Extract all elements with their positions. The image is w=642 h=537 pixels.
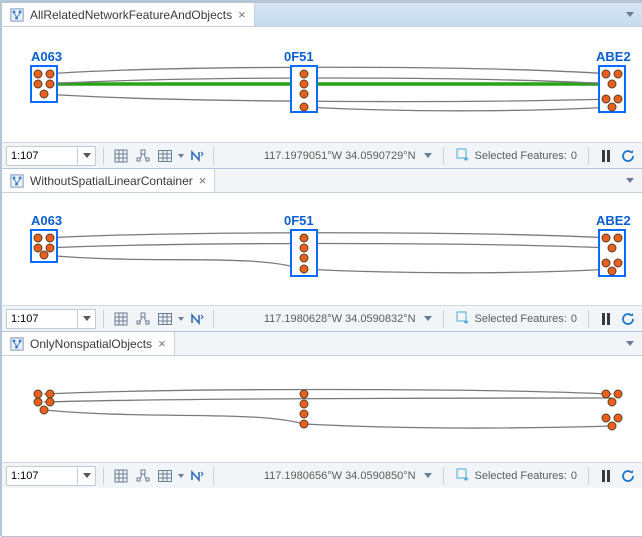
pause-drawing-button[interactable]: [596, 466, 616, 486]
scale-selector[interactable]: [6, 309, 96, 329]
chevron-down-icon[interactable]: [178, 154, 184, 158]
separator: [213, 467, 214, 485]
pause-drawing-button[interactable]: [596, 309, 616, 329]
status-bar: 117.1980656°W 34.0590850°N Selected Feat…: [2, 462, 642, 488]
tab[interactable]: OnlyNonspatialObjects ×: [2, 332, 175, 355]
selected-features-label: Selected Features:: [475, 470, 567, 482]
tab-menu-button[interactable]: [618, 332, 642, 355]
diagram-icon: [10, 337, 24, 351]
separator: [443, 310, 444, 328]
coordinates-readout: 117.1980656°W 34.0590850°N: [258, 470, 422, 482]
close-icon[interactable]: ×: [199, 174, 207, 187]
tab-menu-button[interactable]: [618, 3, 642, 26]
coordinates-readout: 117.1980628°W 34.0590832°N: [258, 313, 422, 325]
separator: [443, 467, 444, 485]
node-label: ABE2: [596, 49, 631, 64]
pause-drawing-button[interactable]: [596, 146, 616, 166]
selection-icon[interactable]: [455, 309, 471, 328]
grid-icon[interactable]: [111, 466, 131, 486]
separator: [588, 147, 589, 165]
selected-features-group: Selected Features: 0: [451, 146, 581, 165]
scale-selector[interactable]: [6, 466, 96, 486]
tab-menu-button[interactable]: [618, 169, 642, 192]
refresh-button[interactable]: [618, 146, 638, 166]
tab[interactable]: WithoutSpatialLinearContainer ×: [2, 169, 215, 192]
separator: [588, 310, 589, 328]
north-arrow-icon[interactable]: [186, 309, 206, 329]
coordinates-readout: 117.1979051°W 34.0590729°N: [258, 150, 422, 162]
tab-label: WithoutSpatialLinearContainer: [30, 174, 193, 188]
separator: [213, 147, 214, 165]
separator: [103, 310, 104, 328]
status-bar: 117.1979051°W 34.0590729°N Selected Feat…: [2, 142, 642, 168]
node-label: ABE2: [596, 213, 631, 228]
pane-without-spatial: WithoutSpatialLinearContainer × A063 0F5…: [2, 168, 642, 331]
separator: [103, 467, 104, 485]
scale-input[interactable]: [7, 310, 77, 328]
table-icon[interactable]: [155, 146, 175, 166]
selected-features-count: 0: [571, 470, 577, 482]
diagram-icon: [10, 174, 24, 188]
selected-features-label: Selected Features:: [475, 150, 567, 162]
close-icon[interactable]: ×: [238, 8, 246, 21]
chevron-down-icon[interactable]: [178, 317, 184, 321]
node-label: A063: [31, 49, 62, 64]
snapping-icon[interactable]: [133, 309, 153, 329]
separator: [443, 147, 444, 165]
node-label: A063: [31, 213, 62, 228]
selected-features-group: Selected Features: 0: [451, 466, 581, 485]
table-icon[interactable]: [155, 309, 175, 329]
node-label: 0F51: [284, 213, 314, 228]
selection-icon[interactable]: [455, 466, 471, 485]
snapping-icon[interactable]: [133, 466, 153, 486]
grid-icon[interactable]: [111, 146, 131, 166]
scale-input[interactable]: [7, 467, 77, 485]
chevron-down-icon[interactable]: [77, 310, 95, 328]
snapping-icon[interactable]: [133, 146, 153, 166]
tab-label: AllRelatedNetworkFeatureAndObjects: [30, 8, 232, 22]
separator: [588, 467, 589, 485]
chevron-down-icon[interactable]: [424, 316, 432, 321]
tab-label: OnlyNonspatialObjects: [30, 337, 152, 351]
tab-bar: WithoutSpatialLinearContainer ×: [2, 169, 642, 193]
close-icon[interactable]: ×: [158, 337, 166, 350]
pane-only-nonspatial: OnlyNonspatialObjects ×: [2, 331, 642, 488]
chevron-down-icon[interactable]: [77, 467, 95, 485]
chevron-down-icon[interactable]: [424, 153, 432, 158]
status-bar: 117.1980628°W 34.0590832°N Selected Feat…: [2, 305, 642, 331]
selection-icon[interactable]: [455, 146, 471, 165]
canvas[interactable]: [2, 356, 642, 462]
table-icon[interactable]: [155, 466, 175, 486]
scale-selector[interactable]: [6, 146, 96, 166]
diagram-icon: [10, 8, 24, 22]
refresh-button[interactable]: [618, 466, 638, 486]
scale-input[interactable]: [7, 147, 77, 165]
tab-bar: OnlyNonspatialObjects ×: [2, 332, 642, 356]
north-arrow-icon[interactable]: [186, 466, 206, 486]
refresh-button[interactable]: [618, 309, 638, 329]
pane-all-related: AllRelatedNetworkFeatureAndObjects × A06…: [2, 2, 642, 168]
separator: [213, 310, 214, 328]
grid-icon[interactable]: [111, 309, 131, 329]
node-label: 0F51: [284, 49, 314, 64]
chevron-down-icon[interactable]: [77, 147, 95, 165]
chevron-down-icon[interactable]: [178, 474, 184, 478]
tab-bar: AllRelatedNetworkFeatureAndObjects ×: [2, 3, 642, 27]
separator: [103, 147, 104, 165]
canvas[interactable]: A063 0F51 ABE2: [2, 27, 642, 142]
selected-features-count: 0: [571, 313, 577, 325]
selected-features-label: Selected Features:: [475, 313, 567, 325]
chevron-down-icon[interactable]: [424, 473, 432, 478]
north-arrow-icon[interactable]: [186, 146, 206, 166]
selected-features-group: Selected Features: 0: [451, 309, 581, 328]
tab[interactable]: AllRelatedNetworkFeatureAndObjects ×: [2, 3, 255, 26]
selected-features-count: 0: [571, 150, 577, 162]
canvas[interactable]: A063 0F51 ABE2: [2, 193, 642, 305]
